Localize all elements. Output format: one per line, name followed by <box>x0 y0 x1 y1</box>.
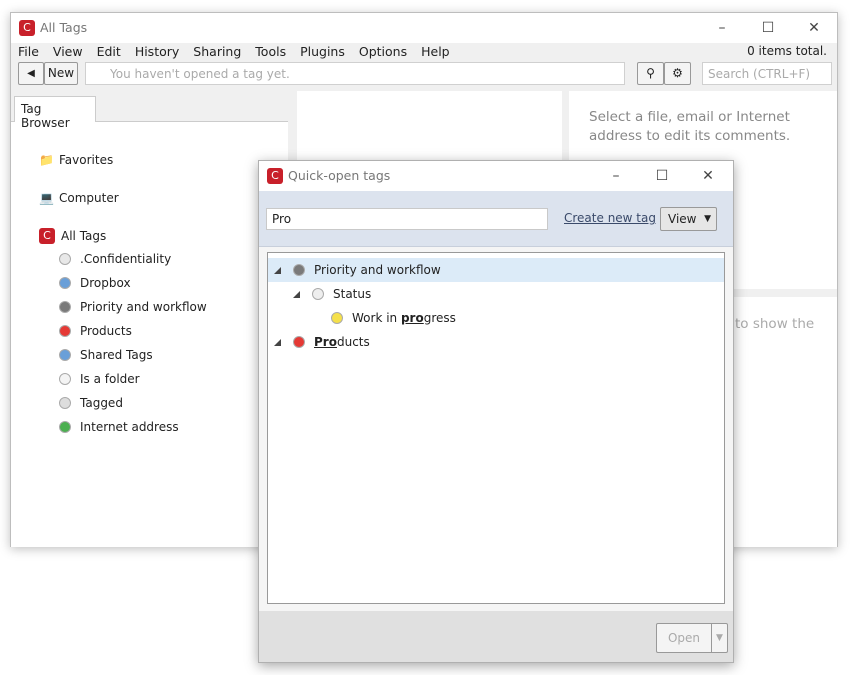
tag-search-input[interactable]: Pro <box>266 208 548 230</box>
tag-dot-icon <box>59 253 71 265</box>
tree-label: Status <box>333 287 371 301</box>
address-field[interactable]: You haven't opened a tag yet. <box>85 62 625 85</box>
tag-dot-icon <box>59 397 71 409</box>
tag-dot-icon <box>312 288 324 300</box>
tag-item[interactable]: Products <box>59 319 207 343</box>
tag-dot-icon <box>59 277 71 289</box>
label-post: Priority and workflow <box>314 263 441 277</box>
close-button[interactable]: ✕ <box>685 161 731 191</box>
tree-row[interactable]: Work in progress <box>268 306 724 330</box>
view-dropdown[interactable]: View ▼ <box>660 207 717 231</box>
tag-item[interactable]: Shared Tags <box>59 343 207 367</box>
label-pre: Work in <box>352 311 401 325</box>
label-match: Pro <box>314 335 337 349</box>
menu-view[interactable]: View <box>46 43 90 61</box>
tab-tag-browser[interactable]: Tag Browser <box>14 96 96 130</box>
tag-item[interactable]: Priority and workflow <box>59 295 207 319</box>
tag-dot-icon <box>331 312 343 324</box>
menu-edit[interactable]: Edit <box>90 43 128 61</box>
expand-triangle-icon[interactable] <box>274 266 281 274</box>
dialog-footer: Open ▼ <box>259 611 733 662</box>
label: Computer <box>59 191 119 205</box>
tag-item[interactable]: Dropbox <box>59 271 207 295</box>
tree-label: Priority and workflow <box>314 263 441 277</box>
menu-tools[interactable]: Tools <box>248 43 293 61</box>
quick-open-dialog: C Quick-open tags – ☐ ✕ Pro Create new t… <box>258 160 734 663</box>
view-label: View <box>668 212 697 226</box>
tree-label: Products <box>314 335 370 349</box>
tag-result-tree: Priority and workflow Status Work in progr… <box>267 252 725 604</box>
tag-item[interactable]: Tagged <box>59 391 207 415</box>
menu-file[interactable]: File <box>11 43 46 61</box>
tree-row[interactable]: Products <box>268 330 724 354</box>
tag-label: Is a folder <box>80 372 140 386</box>
tree-item-favorites[interactable]: 📁 Favorites <box>39 141 207 179</box>
computer-icon: 💻 <box>39 191 54 205</box>
dialog-title-bar: C Quick-open tags – ☐ ✕ <box>259 161 733 191</box>
tag-item[interactable]: Is a folder <box>59 367 207 391</box>
gear-icon[interactable]: ⚙ <box>664 62 691 85</box>
tag-dot-icon <box>293 264 305 276</box>
tree-item-computer[interactable]: 💻 Computer <box>39 179 207 217</box>
tree-row[interactable]: Status <box>268 282 724 306</box>
create-new-tag-link[interactable]: Create new tag <box>564 211 656 225</box>
dialog-search-bar: Pro Create new tag View ▼ <box>259 191 733 247</box>
minimize-button[interactable]: – <box>593 161 639 191</box>
menu-sharing[interactable]: Sharing <box>186 43 248 61</box>
close-button[interactable]: ✕ <box>791 13 837 43</box>
menu-help[interactable]: Help <box>414 43 457 61</box>
expand-triangle-icon[interactable] <box>274 338 281 346</box>
expand-triangle-icon[interactable] <box>293 290 300 298</box>
label-post: ducts <box>336 335 370 349</box>
tree-label: Work in progress <box>352 311 456 325</box>
menu-bar: File View Edit History Sharing Tools Plu… <box>11 43 837 61</box>
label: Favorites <box>59 153 114 167</box>
preview-hint: to show the <box>735 316 815 332</box>
label-post: Status <box>333 287 372 301</box>
items-total: 0 items total. <box>747 44 827 58</box>
tag-label: Internet address <box>80 420 179 434</box>
tree-row[interactable]: Priority and workflow <box>268 258 724 282</box>
new-button[interactable]: New <box>44 62 78 85</box>
menu-options[interactable]: Options <box>352 43 414 61</box>
search-input[interactable]: Search (CTRL+F) <box>702 62 832 85</box>
open-button[interactable]: Open ▼ <box>656 623 728 653</box>
maximize-button[interactable]: ☐ <box>639 161 685 191</box>
chevron-down-icon[interactable]: ▼ <box>712 624 727 652</box>
comments-hint: Select a file, email or Internet address… <box>589 109 791 144</box>
label-match: pro <box>400 311 424 325</box>
app-logo-icon: C <box>19 20 35 36</box>
tag-label: Priority and workflow <box>80 300 207 314</box>
folder-star-icon: 📁 <box>39 153 54 167</box>
label-post: gress <box>423 311 456 325</box>
back-button[interactable]: ◀ <box>18 62 44 85</box>
tag-tree: 📁 Favorites 💻 Computer C All Tags .Confiden… <box>39 141 207 439</box>
tag-label: Products <box>80 324 132 338</box>
maximize-button[interactable]: ☐ <box>745 13 791 43</box>
tag-dot-icon <box>59 301 71 313</box>
tag-label: Tagged <box>80 396 123 410</box>
title-bar: C All Tags – ☐ ✕ <box>11 13 837 43</box>
tag-item[interactable]: Internet address <box>59 415 207 439</box>
label: All Tags <box>61 229 107 243</box>
open-label: Open <box>657 624 712 652</box>
tag-dot-icon <box>59 421 71 433</box>
find-icon[interactable]: ⚲ <box>637 62 664 85</box>
window-title: All Tags <box>40 20 88 35</box>
tag-label: Shared Tags <box>80 348 153 362</box>
tag-item[interactable]: .Confidentiality <box>59 247 207 271</box>
tag-dot-icon <box>59 325 71 337</box>
app-logo-icon: C <box>267 168 283 184</box>
tag-dot-icon <box>59 373 71 385</box>
tag-dot-icon <box>293 336 305 348</box>
chevron-down-icon: ▼ <box>704 214 711 224</box>
tag-label: .Confidentiality <box>80 252 172 266</box>
minimize-button[interactable]: – <box>699 13 745 43</box>
tag-label: Dropbox <box>80 276 131 290</box>
menu-history[interactable]: History <box>128 43 186 61</box>
dialog-title: Quick-open tags <box>288 168 391 183</box>
menu-plugins[interactable]: Plugins <box>293 43 352 61</box>
app-logo-icon: C <box>39 228 55 244</box>
tag-dot-icon <box>59 349 71 361</box>
